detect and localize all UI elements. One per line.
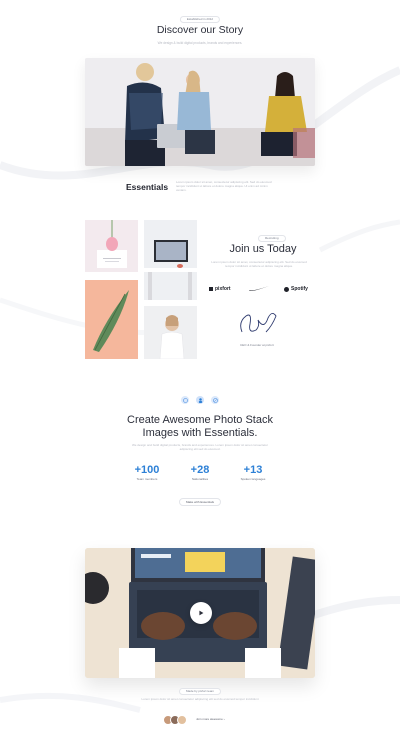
join-description: Lorem ipsum dolor sit amet, consectetur … [211,260,307,268]
brand-logo-nike [249,286,269,292]
page-title: Discover our Story [156,24,244,36]
nike-swoosh-icon [249,286,269,291]
stat-value: +28 [190,464,210,476]
pixfort-icon [209,287,213,291]
signature-caption: CEO & Founder at pixfort [240,343,274,347]
woman-portrait-photo [144,306,197,359]
stat-label: Nationalities [191,477,209,481]
brand-logo-pixfort: pixfort [209,286,231,292]
person-icon [196,396,204,404]
palm-leaf-photo [85,280,138,359]
brand-label: pixfort [215,286,231,292]
create-heading: Create Awesome Photo Stack Images with E… [100,414,300,440]
create-heading-line1: Create Awesome Photo Stack [127,414,273,426]
stat-nationalities: +28 Nationalities [175,464,225,481]
avatar [177,715,187,725]
compass-icon [211,396,219,404]
established-badge: Established in 2012 [179,16,221,23]
made-by-badge: Made by pixfort team [178,688,222,695]
essentials-description: Lorem ipsum dolor sit amet, consectetur … [176,180,272,193]
globe-icon [181,396,189,404]
make-with-essentials-button[interactable]: Make with Essentials [178,498,222,506]
desk-photo [144,220,197,300]
avatar-group [163,715,187,725]
stat-value: +13 [243,464,263,476]
stat-label: Spoken languages [240,477,266,481]
stat-value: +100 [134,464,160,476]
play-icon [199,610,204,616]
video-footer-text: Lorem ipsum dolor sit amet consectetur a… [141,697,259,701]
video-player[interactable] [85,548,315,678]
team-meeting-photo [85,58,315,166]
join-more-link[interactable]: Join more awesome › [196,717,225,721]
create-heading-line2: Images with Essentials. [142,427,258,439]
rose-photo [85,220,138,272]
create-description: We design and build digital products, br… [131,443,269,452]
spotify-icon [284,286,289,292]
ceo-signature [240,313,277,333]
stat-label: Team members [136,477,158,481]
play-button[interactable] [190,602,212,624]
stat-team-members: +100 Team members [122,464,172,481]
essentials-heading: Essentials [126,182,169,192]
brand-label: Spotify [291,286,308,292]
story-subtitle: We design & build digital products, bran… [157,41,243,45]
brand-logo-spotify: Spotify [284,286,308,292]
stat-languages: +13 Spoken languages [228,464,278,481]
join-heading: Join us Today [229,243,297,255]
feature-icons [181,396,219,404]
recruiting-badge: Recruiting [258,235,286,242]
